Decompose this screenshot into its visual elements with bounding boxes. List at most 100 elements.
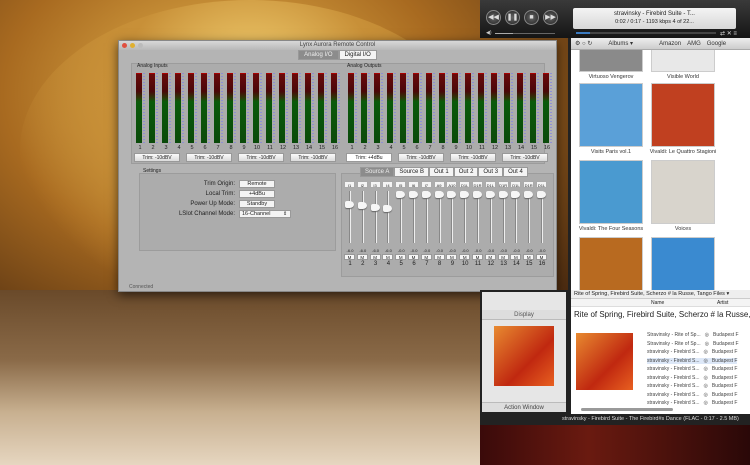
- track-row[interactable]: stravinsky - Firebird S... ◎ Budapest F: [647, 366, 737, 372]
- action-window-button[interactable]: Action Window: [482, 402, 566, 412]
- track-row[interactable]: stravinsky - Firebird S... ◎ Budapest F: [647, 357, 738, 364]
- output-trim-button[interactable]: Trim: +4dBu: [346, 153, 392, 162]
- tab-source-3[interactable]: Out 2: [453, 167, 479, 177]
- mute-button[interactable]: M: [356, 254, 368, 260]
- album-tile[interactable]: Visits Paris vol.1: [575, 83, 647, 155]
- fader-source-select[interactable]: D1R: [523, 181, 535, 188]
- progress-bar[interactable]: [576, 32, 716, 34]
- link-amg[interactable]: AMG: [687, 41, 701, 47]
- link-google[interactable]: Google: [707, 41, 726, 47]
- input-trim-button[interactable]: Trim: -10dBV: [238, 153, 284, 162]
- stop-button[interactable]: ■: [524, 10, 539, 25]
- previous-button[interactable]: ◀◀: [486, 10, 501, 25]
- mute-button[interactable]: M: [510, 254, 522, 260]
- mute-button[interactable]: M: [433, 254, 445, 260]
- settings-icon[interactable]: ⚙ ○ ↻: [575, 40, 592, 47]
- fader-source-select[interactable]: D1L: [510, 181, 522, 188]
- albums-dropdown[interactable]: Albums ▾: [608, 40, 633, 47]
- setting-value[interactable]: Standby: [239, 200, 275, 208]
- fader-source-select[interactable]: I4: [382, 181, 394, 188]
- fader-handle[interactable]: [473, 191, 482, 198]
- horizontal-scrollbar[interactable]: [581, 408, 673, 411]
- fader-source-select[interactable]: I3: [369, 181, 381, 188]
- tab-analog-io[interactable]: Analog I/O: [298, 50, 339, 60]
- fader-handle[interactable]: [537, 191, 546, 198]
- mute-button[interactable]: M: [344, 254, 355, 260]
- next-button[interactable]: ▶▶: [543, 10, 558, 25]
- setting-value[interactable]: +4dBu: [239, 190, 275, 198]
- mute-button[interactable]: M: [446, 254, 458, 260]
- fader-handle[interactable]: [409, 191, 418, 198]
- input-trim-button[interactable]: Trim: -10dBV: [186, 153, 232, 162]
- fader-source-select[interactable]: I7: [420, 181, 432, 188]
- tab-source-1[interactable]: Source B: [394, 167, 430, 177]
- mute-button[interactable]: M: [484, 254, 496, 260]
- minimize-icon[interactable]: [130, 43, 135, 48]
- mute-button[interactable]: M: [472, 254, 483, 260]
- playlist-dropdown[interactable]: Rite of Spring, Firebird Suite, Scherzo …: [571, 290, 750, 299]
- track-row[interactable]: stravinsky - Firebird S... ◎ Budapest F: [647, 392, 737, 398]
- fader-source-select[interactable]: A9: [433, 181, 445, 188]
- fader-source-select[interactable]: I6: [408, 181, 419, 188]
- track-row[interactable]: Stravinsky - Rite of Sp... ◎ Budapest F: [647, 332, 739, 338]
- track-row[interactable]: stravinsky - Firebird S... ◎ Budapest F: [647, 375, 737, 381]
- mute-button[interactable]: M: [536, 254, 547, 260]
- mute-button[interactable]: M: [369, 254, 381, 260]
- fader-source-select[interactable]: I2: [356, 181, 368, 188]
- setting-value[interactable]: Remote: [239, 180, 275, 188]
- mute-button[interactable]: M: [395, 254, 407, 260]
- fader-handle[interactable]: [485, 191, 495, 198]
- tab-source-0[interactable]: Source A: [360, 167, 395, 177]
- album-tile[interactable]: [647, 237, 719, 290]
- zoom-icon[interactable]: [138, 43, 143, 48]
- mute-button[interactable]: M: [459, 254, 471, 260]
- fader-handle[interactable]: [370, 204, 380, 211]
- album-tile[interactable]: Voices: [647, 160, 719, 232]
- output-trim-button[interactable]: Trim: -10dBV: [502, 153, 548, 162]
- track-row[interactable]: stravinsky - Firebird S... ◎ Budapest F: [647, 400, 737, 406]
- tab-source-2[interactable]: Out 1: [429, 167, 454, 177]
- close-icon[interactable]: [122, 43, 127, 48]
- mute-button[interactable]: M: [382, 254, 394, 260]
- album-tile[interactable]: Vivaldi: Le Quattro Stagioni: [647, 83, 719, 155]
- mute-button[interactable]: M: [420, 254, 432, 260]
- output-trim-button[interactable]: Trim: -10dBV: [398, 153, 444, 162]
- album-tile[interactable]: Virtuoso Vengerov: [575, 50, 647, 80]
- fader-handle[interactable]: [357, 202, 367, 209]
- pause-button[interactable]: ❚❚: [505, 10, 520, 25]
- output-trim-button[interactable]: Trim: -10dBV: [450, 153, 496, 162]
- tab-source-5[interactable]: Out 4: [503, 167, 528, 177]
- fader-source-select[interactable]: D1L: [459, 181, 471, 188]
- repeat-shuffle-eq-icons[interactable]: ⇄ ✕ ≡: [720, 30, 737, 37]
- fader-handle[interactable]: [421, 191, 431, 198]
- mute-button[interactable]: M: [523, 254, 535, 260]
- title-bar[interactable]: Lynx Aurora Remote Control: [119, 41, 556, 50]
- fader-source-select[interactable]: D1L: [484, 181, 496, 188]
- input-trim-button[interactable]: Trim: -10dBV: [290, 153, 336, 162]
- display-header[interactable]: Display: [482, 310, 566, 320]
- fader-source-select[interactable]: D1R: [497, 181, 509, 188]
- mute-button[interactable]: M: [497, 254, 509, 260]
- input-trim-button[interactable]: Trim: -10dBV: [134, 153, 180, 162]
- track-row[interactable]: stravinsky - Firebird S... ◎ Budapest F: [647, 383, 737, 389]
- link-amazon[interactable]: Amazon: [659, 41, 681, 47]
- track-row[interactable]: stravinsky - Firebird S... ◎ Budapest F: [647, 349, 737, 355]
- fader-source-select[interactable]: I1: [344, 181, 355, 188]
- album-tile[interactable]: Visible World: [647, 50, 719, 80]
- fader-handle[interactable]: [434, 191, 444, 198]
- volume-slider[interactable]: [495, 33, 555, 34]
- tab-digital-io[interactable]: Digital I/O: [338, 50, 377, 60]
- fader-source-select[interactable]: I5: [395, 181, 407, 188]
- fader-source-select[interactable]: D1R: [472, 181, 483, 188]
- fader-source-select[interactable]: A10: [446, 181, 458, 188]
- fader-handle[interactable]: [345, 201, 354, 208]
- fader-handle[interactable]: [498, 191, 508, 198]
- fader-source-select[interactable]: D1L: [536, 181, 547, 188]
- tab-source-4[interactable]: Out 3: [478, 167, 504, 177]
- column-artist[interactable]: Artist: [717, 299, 728, 307]
- album-tile[interactable]: [575, 237, 647, 290]
- track-row[interactable]: Stravinsky - Rite of Sp... ◎ Budapest F: [647, 341, 739, 347]
- mute-button[interactable]: M: [408, 254, 419, 260]
- column-name[interactable]: Name: [651, 299, 664, 307]
- album-tile[interactable]: Vivaldi: The Four Seasons: [575, 160, 647, 232]
